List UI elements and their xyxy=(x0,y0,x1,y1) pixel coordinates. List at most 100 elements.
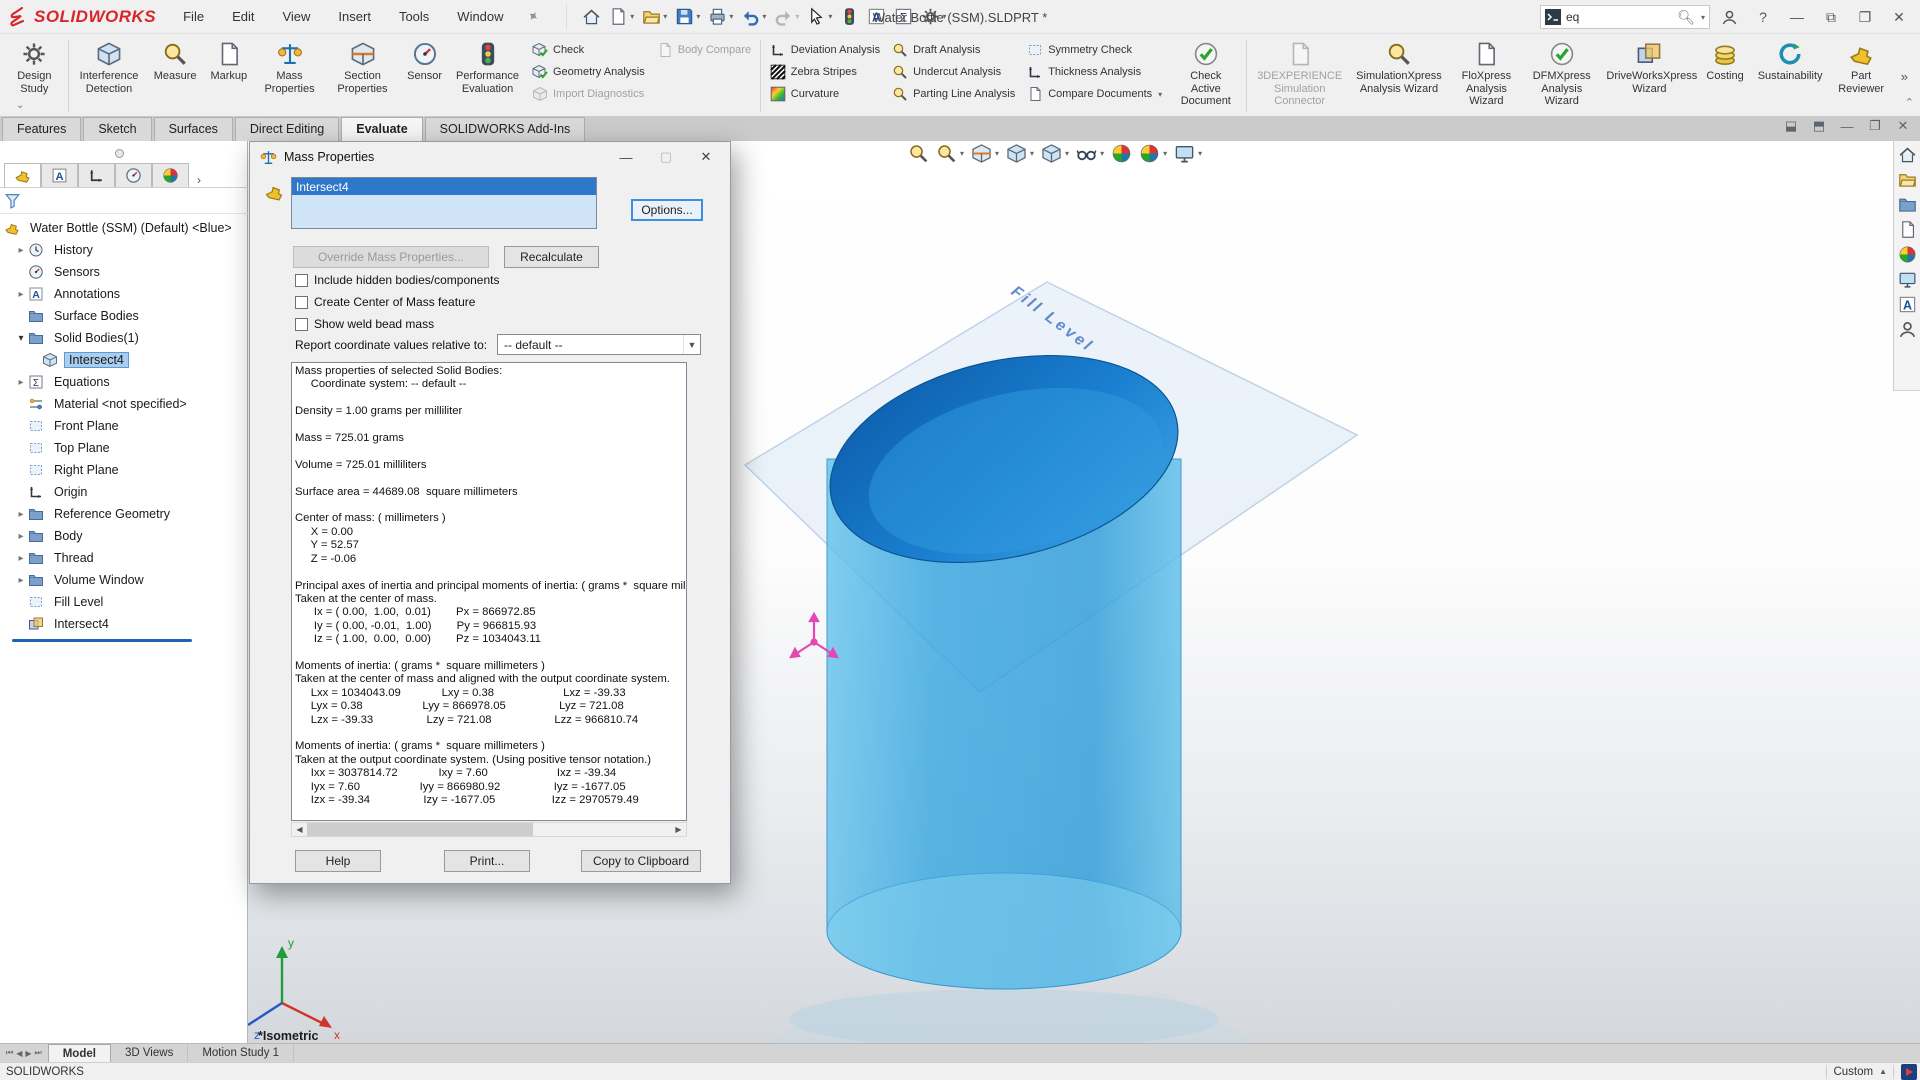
tree-item-annotations[interactable]: ▸Annotations xyxy=(0,283,248,305)
ribbon-compare-documents[interactable]: Compare Documents▾ xyxy=(1027,85,1162,103)
copy-to-clipboard-button[interactable]: Copy to Clipboard xyxy=(581,850,701,872)
tree-item-surface-bodies[interactable]: Surface Bodies xyxy=(0,305,248,327)
ribbon-dfmxpress[interactable]: DFMXpress Analysis Wizard xyxy=(1524,36,1599,116)
collapse-ribbon-chevron[interactable]: ⌃ xyxy=(1905,96,1914,109)
help-button[interactable]: Help xyxy=(295,850,381,872)
menu-window[interactable]: Window xyxy=(444,2,516,31)
task-file-explorer-icon[interactable] xyxy=(1898,195,1917,214)
tab-direct-editing[interactable]: Direct Editing xyxy=(235,117,339,141)
tree-item-body[interactable]: ▸Body xyxy=(0,525,248,547)
checkbox-icon[interactable] xyxy=(295,274,308,287)
task-scenes-icon[interactable] xyxy=(1898,270,1917,289)
ribbon-curvature[interactable]: Curvature xyxy=(770,85,880,103)
ribbon-part-reviewer[interactable]: Part Reviewer xyxy=(1830,36,1893,116)
tab-feature-manager[interactable] xyxy=(4,163,41,187)
task-view-palette-icon[interactable] xyxy=(1898,220,1917,239)
tree-item-volume-window[interactable]: ▸Volume Window xyxy=(0,569,248,591)
tab-display-manager[interactable] xyxy=(152,163,189,187)
tab-motion-study-1[interactable]: Motion Study 1 xyxy=(188,1044,294,1062)
expand-arrow-icon[interactable]: ▸ xyxy=(14,531,28,542)
ribbon-driveworksxpress[interactable]: DriveWorksXpress Wizard xyxy=(1599,36,1699,116)
tree-item-thread[interactable]: ▸Thread xyxy=(0,547,248,569)
units-selector[interactable]: Custom xyxy=(1833,1066,1873,1078)
tree-item-equations[interactable]: ▸Equations xyxy=(0,371,248,393)
tab-features[interactable]: Features xyxy=(2,117,81,141)
checkbox-icon[interactable] xyxy=(295,318,308,331)
print-button[interactable]: ▾ xyxy=(705,4,736,29)
tree-item-history[interactable]: ▸History xyxy=(0,239,248,261)
menu-view[interactable]: View xyxy=(269,2,323,31)
ribbon-section-properties[interactable]: Section Properties xyxy=(325,36,400,116)
restore-button[interactable]: ❐ xyxy=(1850,3,1880,31)
file-properties-button[interactable] xyxy=(864,4,889,29)
ribbon-zebra-stripes[interactable]: Zebra Stripes xyxy=(770,63,880,81)
task-custom-properties-icon[interactable] xyxy=(1898,295,1917,314)
undo-button[interactable]: ▾ xyxy=(738,4,769,29)
select-button[interactable]: ▾ xyxy=(804,4,835,29)
ribbon-simulationxpress[interactable]: SimulationXpress Analysis Wizard xyxy=(1349,36,1449,116)
menu-edit[interactable]: Edit xyxy=(219,2,267,31)
task-forum-icon[interactable] xyxy=(1898,320,1917,339)
pin-menu-icon[interactable]: ✦ xyxy=(523,6,542,27)
redo-button[interactable]: ▾ xyxy=(771,4,802,29)
tree-item-reference-geometry[interactable]: ▸Reference Geometry xyxy=(0,503,248,525)
close-button[interactable]: ✕ xyxy=(1884,3,1914,31)
ribbon-mass-properties[interactable]: Mass Properties xyxy=(254,36,325,116)
filter-funnel-icon[interactable] xyxy=(4,192,21,209)
chevron-down-icon[interactable]: ▾ xyxy=(1198,149,1202,158)
scroll-left-icon[interactable]: ◀ xyxy=(16,1049,22,1058)
apply-scene-button[interactable]: ▾ xyxy=(1139,143,1167,164)
task-design-library-icon[interactable] xyxy=(1898,170,1917,189)
ribbon-measure[interactable]: Measure xyxy=(147,36,204,116)
open-button[interactable]: ▾ xyxy=(639,4,670,29)
chevron-down-icon[interactable]: ▾ xyxy=(1163,149,1167,158)
tab-model[interactable]: Model xyxy=(48,1044,111,1062)
pane-split-icon[interactable]: ⬒ xyxy=(1810,118,1828,134)
doc-close-icon[interactable]: ✕ xyxy=(1894,118,1912,134)
menu-file[interactable]: File xyxy=(170,2,217,31)
checkbox-create-com[interactable]: Create Center of Mass feature xyxy=(295,295,475,309)
minimize-button[interactable]: — xyxy=(1782,3,1812,31)
status-notification-icon[interactable] xyxy=(1901,1064,1917,1080)
dialog-minimize-button[interactable]: — xyxy=(606,144,646,170)
tree-item-solid-bodies[interactable]: ▾Solid Bodies(1) xyxy=(0,327,248,349)
chevron-down-icon[interactable]: ▾ xyxy=(1065,149,1069,158)
tab-sketch[interactable]: Sketch xyxy=(83,117,151,141)
options-button[interactable]: ▾ xyxy=(918,4,949,29)
ribbon-panel-chevron[interactable]: ⌄ xyxy=(16,100,24,111)
selected-items-list[interactable]: Intersect4 xyxy=(291,177,597,229)
ribbon-deviation-analysis[interactable]: Deviation Analysis xyxy=(770,41,880,59)
section-view-button[interactable]: ▾ xyxy=(971,143,999,164)
chevron-down-icon[interactable]: ▾ xyxy=(663,12,667,21)
tab-3d-views[interactable]: 3D Views xyxy=(111,1044,188,1062)
ribbon-performance-evaluation[interactable]: Performance Evaluation xyxy=(449,36,526,116)
tree-item-origin[interactable]: Origin xyxy=(0,481,248,503)
tree-item-intersect4-feature[interactable]: Intersect4 xyxy=(0,613,248,635)
ribbon-check[interactable]: Check xyxy=(532,41,645,59)
chevron-down-icon[interactable]: ▾ xyxy=(1030,149,1034,158)
chevron-down-icon[interactable]: ▾ xyxy=(960,149,964,158)
task-appearances-icon[interactable] xyxy=(1898,245,1917,264)
panel-splitter-handle[interactable] xyxy=(115,149,124,158)
print-button[interactable]: Print... xyxy=(444,850,530,872)
ribbon-draft-analysis[interactable]: Draft Analysis xyxy=(892,41,1015,59)
ribbon-costing[interactable]: Costing xyxy=(1699,36,1750,116)
selected-item[interactable]: Intersect4 xyxy=(292,178,596,195)
recalculate-button[interactable]: Recalculate xyxy=(504,246,599,268)
ribbon-sustainability[interactable]: Sustainability xyxy=(1751,36,1830,116)
view-orientation-button[interactable]: ▾ xyxy=(1006,143,1034,164)
tab-dimxpert-manager[interactable] xyxy=(115,163,152,187)
doc-restore-icon[interactable]: ❐ xyxy=(1866,118,1884,134)
display-style-button[interactable]: ▾ xyxy=(1041,143,1069,164)
checkbox-show-weld-bead[interactable]: Show weld bead mass xyxy=(295,317,434,331)
ribbon-markup[interactable]: Markup xyxy=(203,36,254,116)
view-settings-button[interactable]: ▾ xyxy=(1174,143,1202,164)
chevron-down-icon[interactable]: ▾ xyxy=(630,12,634,21)
chevron-down-icon[interactable]: ▾ xyxy=(1701,13,1705,22)
tree-item-right-plane[interactable]: Right Plane xyxy=(0,459,248,481)
help-button[interactable]: ? xyxy=(1748,3,1778,31)
ribbon-floxpress[interactable]: FloXpress Analysis Wizard xyxy=(1449,36,1524,116)
chevron-down-icon[interactable]: ▾ xyxy=(1158,90,1162,99)
search-input[interactable] xyxy=(1566,10,1672,24)
save-button[interactable]: ▾ xyxy=(672,4,703,29)
